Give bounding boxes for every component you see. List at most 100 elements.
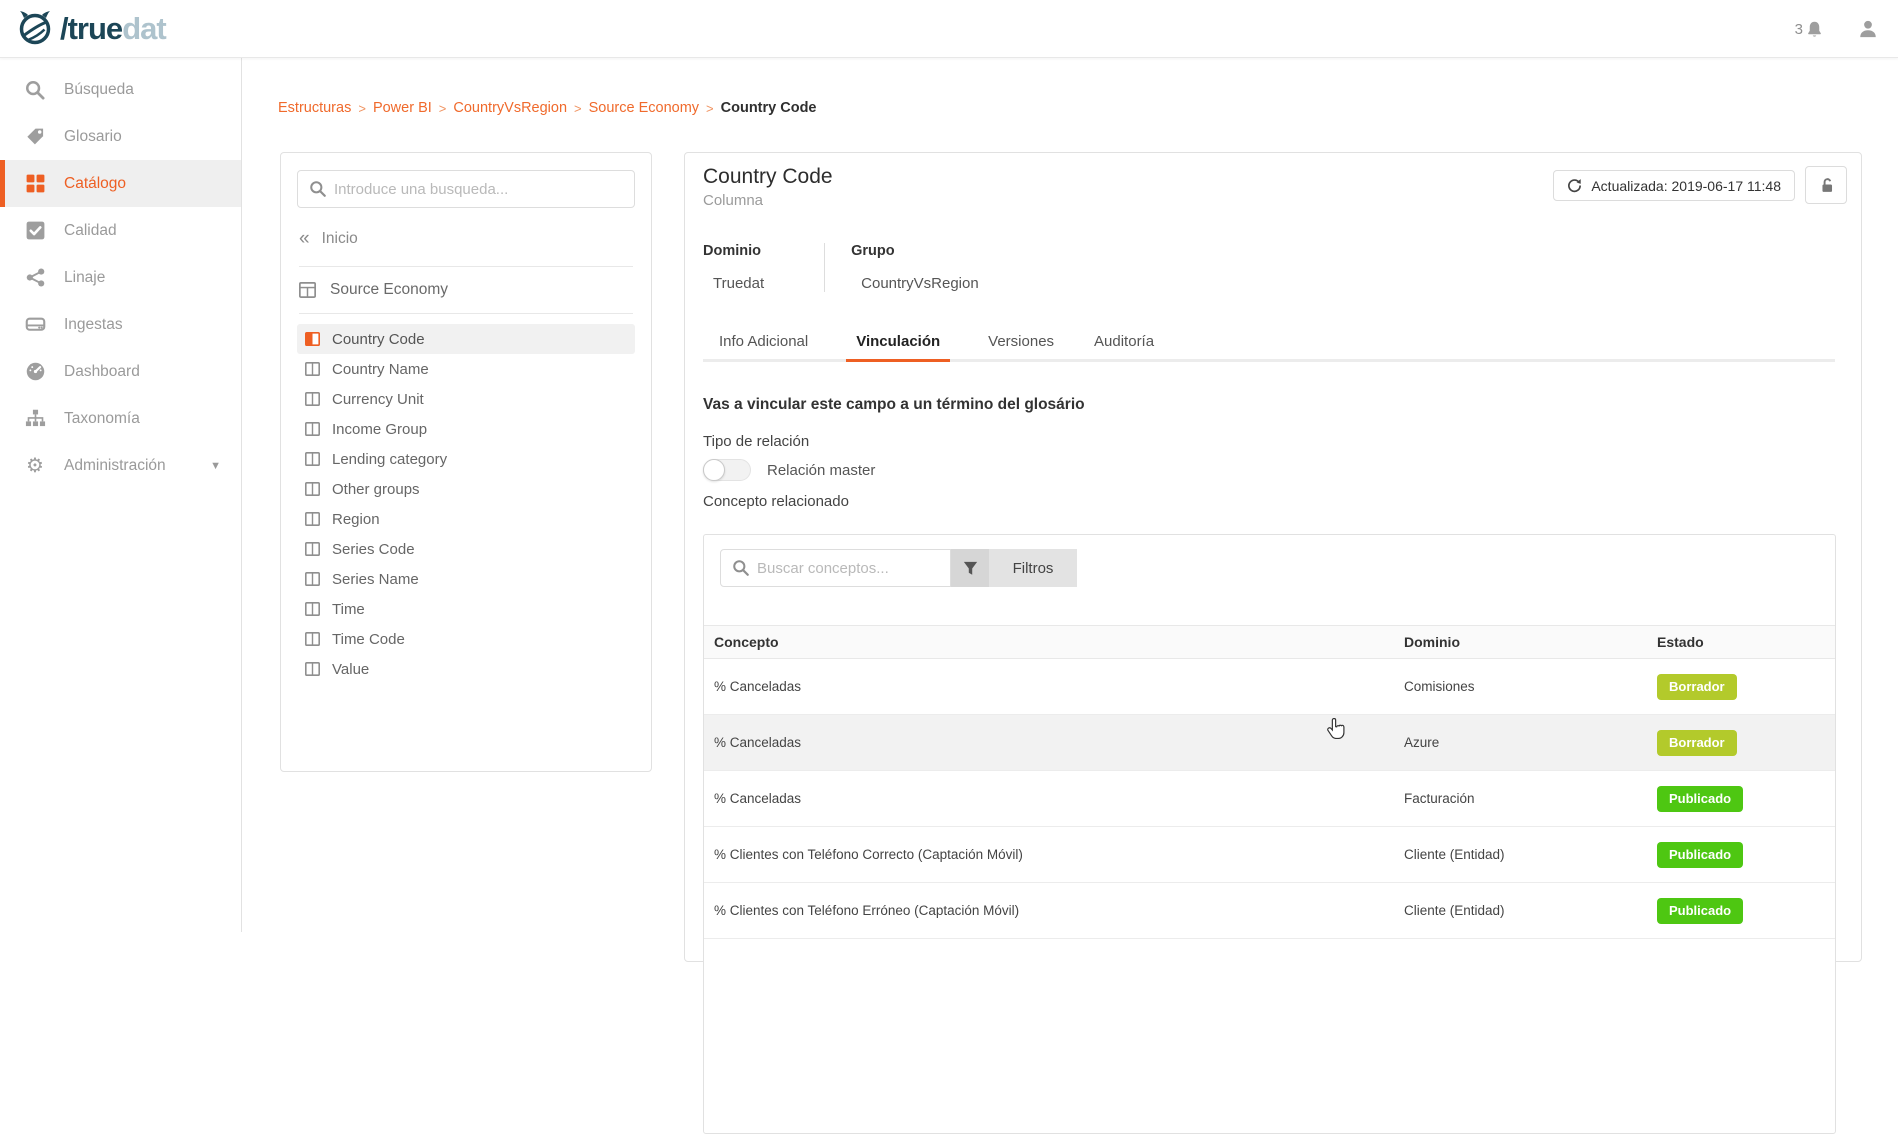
- breadcrumb-link[interactable]: CountryVsRegion: [453, 100, 567, 116]
- sidebar-item-calidad[interactable]: Calidad: [0, 207, 241, 254]
- column-item[interactable]: Time Code: [297, 624, 635, 654]
- cell-concepto: % Clientes con Teléfono Correcto (Captac…: [714, 847, 1404, 862]
- status-badge: Publicado: [1657, 842, 1743, 868]
- divider: [299, 313, 633, 314]
- sidebar-item-catalogo[interactable]: Catálogo: [0, 160, 241, 207]
- column-icon: [305, 452, 320, 466]
- column-item[interactable]: Value: [297, 654, 635, 684]
- column-item-country-code[interactable]: Country Code: [297, 324, 635, 354]
- cell-concepto: % Clientes con Teléfono Erróneo (Captaci…: [714, 903, 1404, 918]
- status-badge: Borrador: [1657, 730, 1737, 756]
- tab-info-adicional[interactable]: Info Adicional: [717, 325, 810, 362]
- related-concepts-panel: Filtros Concepto Dominio Estado % Cancel…: [703, 534, 1836, 1134]
- structure-search-input[interactable]: [334, 181, 634, 198]
- parent-structure-label: Source Economy: [330, 281, 448, 299]
- sidebar-item-label: Administración: [64, 457, 166, 475]
- structure-search[interactable]: [297, 170, 635, 208]
- column-item-label: Lending category: [332, 451, 447, 468]
- related-concept-label: Concepto relacionado: [703, 493, 849, 510]
- sidebar-item-taxonomia[interactable]: Taxonomía: [0, 395, 241, 442]
- column-item-label: Currency Unit: [332, 391, 424, 408]
- sidebar-item-label: Taxonomía: [64, 410, 140, 428]
- status-badge: Publicado: [1657, 898, 1743, 924]
- header-concepto: Concepto: [714, 634, 1404, 650]
- sidebar-item-administracion[interactable]: ⚙ Administración ▼: [0, 442, 241, 489]
- notifications-button[interactable]: 3: [1795, 20, 1824, 39]
- link-section-heading: Vas a vincular este campo a un término d…: [703, 396, 1085, 414]
- tab-auditoria[interactable]: Auditoría: [1092, 325, 1156, 362]
- table-row[interactable]: % Clientes con Teléfono Correcto (Captac…: [704, 827, 1835, 883]
- table-row[interactable]: % Canceladas Comisiones Borrador: [704, 659, 1835, 715]
- sidebar-item-dashboard[interactable]: Dashboard: [0, 348, 241, 395]
- column-item-label: Income Group: [332, 421, 427, 438]
- parent-structure-item[interactable]: Source Economy: [297, 267, 635, 313]
- concept-search-input[interactable]: [757, 560, 950, 577]
- cell-concepto: % Canceladas: [714, 791, 1404, 806]
- column-item-label: Time: [332, 601, 365, 618]
- sidebar-item-label: Dashboard: [64, 363, 140, 381]
- lock-toggle-button[interactable]: [1805, 166, 1847, 204]
- truedat-logo[interactable]: /truedat: [16, 9, 166, 49]
- sidebar-item-busqueda[interactable]: Búsqueda: [0, 66, 241, 113]
- sidebar-item-label: Calidad: [64, 222, 117, 240]
- filter-icon-button[interactable]: [951, 549, 989, 587]
- table-icon: [299, 282, 316, 298]
- column-item[interactable]: Series Code: [297, 534, 635, 564]
- cell-concepto: % Canceladas: [714, 679, 1404, 694]
- filters-button[interactable]: Filtros: [989, 549, 1077, 587]
- column-item[interactable]: Region: [297, 504, 635, 534]
- cell-dominio: Azure: [1404, 735, 1657, 750]
- breadcrumb-separator: >: [706, 101, 714, 116]
- gauge-icon: [24, 361, 46, 383]
- notification-count: 3: [1795, 21, 1803, 38]
- column-item[interactable]: Lending category: [297, 444, 635, 474]
- breadcrumb-link[interactable]: Estructuras: [278, 100, 351, 116]
- table-row[interactable]: % Canceladas Azure Borrador: [704, 715, 1835, 771]
- toggle-knob: [703, 459, 725, 481]
- column-item[interactable]: Other groups: [297, 474, 635, 504]
- breadcrumb: Estructuras > Power BI > CountryVsRegion…: [278, 100, 817, 116]
- breadcrumb-separator: >: [358, 101, 366, 116]
- group-label: Grupo: [851, 243, 1024, 259]
- back-to-home-link[interactable]: « Inicio: [299, 228, 633, 250]
- sidebar-item-label: Ingestas: [64, 316, 123, 334]
- refresh-updated-button[interactable]: Actualizada: 2019-06-17 11:48: [1553, 170, 1795, 201]
- refresh-icon: [1567, 178, 1582, 193]
- column-item[interactable]: Country Name: [297, 354, 635, 384]
- user-avatar-icon[interactable]: [1858, 19, 1878, 39]
- concept-search[interactable]: [720, 549, 951, 587]
- relation-master-label: Relación master: [767, 462, 875, 479]
- column-item[interactable]: Currency Unit: [297, 384, 635, 414]
- search-icon: [24, 79, 46, 101]
- column-item-label: Country Name: [332, 361, 429, 378]
- column-item[interactable]: Series Name: [297, 564, 635, 594]
- column-icon: [305, 572, 320, 586]
- column-item[interactable]: Time: [297, 594, 635, 624]
- table-row[interactable]: % Clientes con Teléfono Erróneo (Captaci…: [704, 883, 1835, 939]
- sidebar-item-glosario[interactable]: Glosario: [0, 113, 241, 160]
- page-title: Country Code: [703, 165, 833, 189]
- column-icon: [305, 542, 320, 556]
- domain-meta: Dominio Truedat: [703, 243, 824, 292]
- breadcrumb-current: Country Code: [721, 100, 817, 116]
- column-item-label: Series Code: [332, 541, 415, 558]
- column-icon: [305, 512, 320, 526]
- domain-value: Truedat: [703, 275, 764, 292]
- sidebar-item-label: Glosario: [64, 128, 122, 146]
- tags-icon: [24, 126, 46, 148]
- grid-icon: [24, 173, 46, 195]
- tab-vinculacion[interactable]: Vinculación: [846, 325, 950, 362]
- owl-logo-icon: [16, 9, 56, 49]
- column-item[interactable]: Income Group: [297, 414, 635, 444]
- relation-master-toggle[interactable]: [703, 459, 751, 481]
- sidebar-item-linaje[interactable]: Linaje: [0, 254, 241, 301]
- sidebar-item-ingestas[interactable]: Ingestas: [0, 301, 241, 348]
- column-item-label: Country Code: [332, 331, 425, 348]
- breadcrumb-link[interactable]: Power BI: [373, 100, 432, 116]
- breadcrumb-link[interactable]: Source Economy: [589, 100, 699, 116]
- column-icon: [305, 392, 320, 406]
- unlock-icon: [1818, 177, 1835, 194]
- double-chevron-left-icon: «: [299, 228, 308, 250]
- tab-versiones[interactable]: Versiones: [986, 325, 1056, 362]
- table-row[interactable]: % Canceladas Facturación Publicado: [704, 771, 1835, 827]
